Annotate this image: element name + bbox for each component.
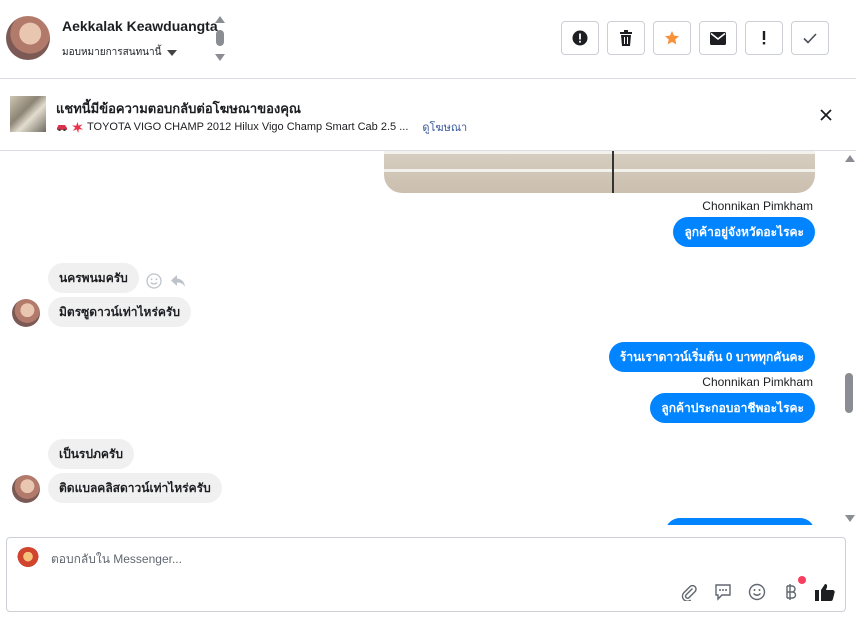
ad-product-text: TOYOTA VIGO CHAMP 2012 Hilux Vigo Champ … <box>87 121 409 133</box>
thumbs-up-icon <box>815 584 835 601</box>
stepper-thumb[interactable] <box>216 30 224 46</box>
caret-down-icon <box>167 49 178 56</box>
paperclip-icon <box>681 584 697 601</box>
reply-input[interactable] <box>51 552 651 566</box>
outgoing-message[interactable]: ลูกค้าอยู่จังหวัดอะไรคะ <box>673 217 815 247</box>
incoming-message[interactable]: เป็นรปภครับ <box>48 439 134 469</box>
thread-scrollbar[interactable] <box>843 151 856 525</box>
mark-unread-button[interactable] <box>699 21 737 55</box>
assign-conversation-dropdown[interactable]: มอบหมายการสนทนานี้ <box>62 45 178 60</box>
emoji-react-icon[interactable] <box>146 273 162 289</box>
payment-button[interactable] <box>781 576 806 602</box>
saved-replies-button[interactable] <box>713 582 733 602</box>
attach-button[interactable] <box>679 582 699 602</box>
incoming-message[interactable]: ติดแบลคลิสดาวน์เท่าไหร่ครับ <box>48 473 222 503</box>
collision-icon <box>72 121 83 133</box>
done-button[interactable] <box>791 21 829 55</box>
sender-name: Chonnikan Pimkham <box>702 375 813 389</box>
incoming-message[interactable]: มิตรซูดาวน์เท่าไหร่ครับ <box>48 297 191 327</box>
like-button[interactable] <box>815 582 835 602</box>
contact-name[interactable]: Aekkalak Keawduangta <box>62 18 218 34</box>
emoji-button[interactable] <box>747 582 767 602</box>
star-icon <box>665 31 679 45</box>
alert-circle-icon <box>572 30 588 46</box>
outgoing-message-partial[interactable] <box>665 518 815 525</box>
star-button[interactable] <box>653 21 691 55</box>
car-icon <box>57 125 67 131</box>
message-composer <box>6 537 846 612</box>
outgoing-message[interactable]: ร้านเราดาวน์เริ่มต้น 0 บาททุกคันคะ <box>608 342 815 372</box>
exclamation-icon <box>762 31 766 45</box>
view-ad-link[interactable]: ดูโฆษณา <box>422 118 467 136</box>
outgoing-message[interactable]: ลูกค้าประกอบอาชีพอะไรคะ <box>650 393 815 423</box>
chat-bubble-icon <box>715 584 731 601</box>
envelope-icon <box>710 31 726 45</box>
image-message[interactable] <box>384 151 815 193</box>
delete-button[interactable] <box>607 21 645 55</box>
follow-up-button[interactable] <box>745 21 783 55</box>
incoming-message[interactable]: นครพนมครับ <box>48 263 139 293</box>
scroll-down-icon[interactable] <box>845 515 855 522</box>
sender-name: Chonnikan Pimkham <box>702 199 813 213</box>
reply-icon[interactable] <box>170 273 186 289</box>
message-hover-actions <box>146 273 186 289</box>
ad-reply-banner: แชทนี้มีข้อความตอบกลับต่อโฆษณาของคุณ TOY… <box>0 80 856 151</box>
assign-label: มอบหมายการสนทนานี้ <box>62 47 162 58</box>
notification-dot <box>798 576 806 584</box>
page-avatar <box>16 547 40 571</box>
report-button[interactable] <box>561 21 599 55</box>
trash-icon <box>620 30 632 46</box>
avatar[interactable] <box>6 16 50 60</box>
conversation-header: Aekkalak Keawduangta มอบหมายการสนทนานี้ <box>0 0 856 79</box>
close-icon[interactable] <box>818 107 834 123</box>
scroll-up-icon[interactable] <box>845 155 855 162</box>
header-scroll-stepper[interactable] <box>214 16 226 62</box>
avatar[interactable] <box>12 475 40 503</box>
inbox-conversation: Aekkalak Keawduangta มอบหมายการสนทนานี้ <box>0 0 856 619</box>
arrow-down-icon[interactable] <box>215 54 225 61</box>
scrollbar-thumb[interactable] <box>845 373 853 413</box>
checkmark-icon <box>803 32 817 44</box>
arrow-up-icon[interactable] <box>215 16 225 23</box>
ad-banner-subtitle: TOYOTA VIGO CHAMP 2012 Hilux Vigo Champ … <box>56 118 467 136</box>
avatar[interactable] <box>12 299 40 327</box>
baht-icon <box>786 584 797 600</box>
message-thread[interactable]: Chonnikan Pimkham ลูกค้าอยู่จังหวัดอะไรค… <box>0 151 843 525</box>
conversation-actions <box>561 21 829 55</box>
ad-banner-title: แชทนี้มีข้อความตอบกลับต่อโฆษณาของคุณ <box>56 101 301 116</box>
ad-thumbnail[interactable] <box>10 96 46 132</box>
smiley-icon <box>748 583 766 601</box>
composer-tools <box>679 576 835 602</box>
